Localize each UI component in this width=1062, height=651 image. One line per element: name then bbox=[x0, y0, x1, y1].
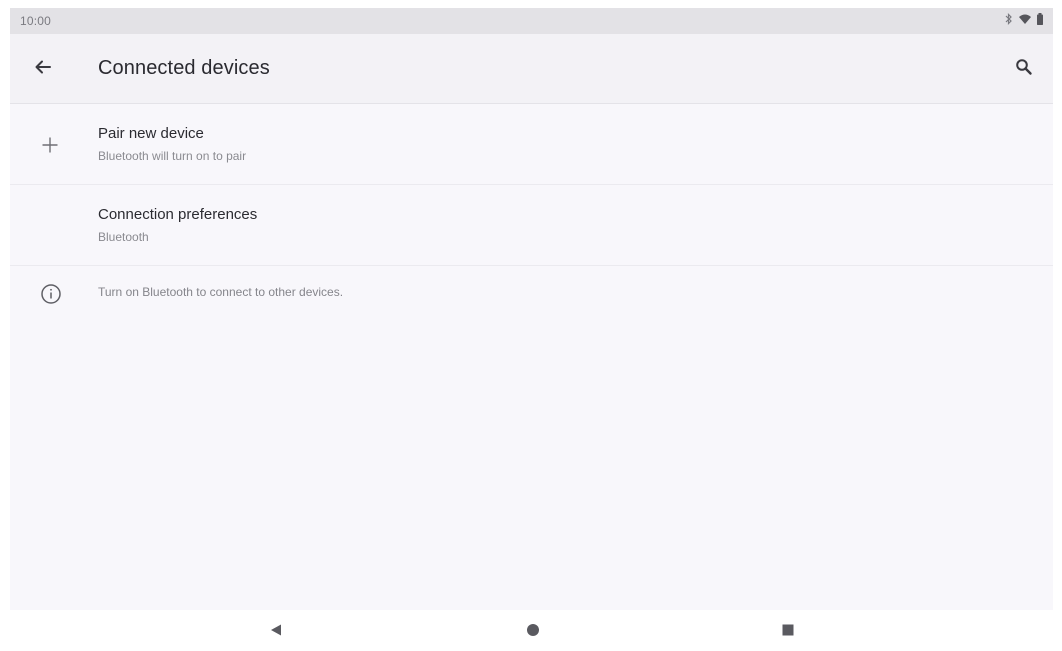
bluetooth-info-row: Turn on Bluetooth to connect to other de… bbox=[10, 270, 1053, 316]
pair-new-device-subtitle: Bluetooth will turn on to pair bbox=[98, 149, 247, 163]
nav-home-button[interactable] bbox=[521, 620, 545, 644]
nav-home-icon bbox=[526, 623, 540, 642]
app-bar: Connected devices bbox=[10, 34, 1053, 104]
page-title: Connected devices bbox=[98, 57, 270, 79]
connection-preferences-subtitle: Bluetooth bbox=[98, 230, 149, 244]
nav-recents-button[interactable] bbox=[776, 620, 800, 644]
list-item-pair-new-device[interactable]: Pair new device Bluetooth will turn on t… bbox=[10, 105, 1053, 185]
plus-icon bbox=[36, 131, 64, 159]
connection-preferences-title: Connection preferences bbox=[98, 206, 258, 223]
nav-recents-icon bbox=[781, 623, 795, 642]
search-button[interactable] bbox=[1009, 54, 1039, 84]
status-time: 10:00 bbox=[20, 14, 52, 28]
status-icons bbox=[1005, 13, 1043, 25]
battery-icon bbox=[1037, 13, 1043, 25]
bluetooth-icon bbox=[1005, 13, 1013, 25]
arrow-back-icon bbox=[34, 58, 52, 81]
back-button[interactable] bbox=[28, 54, 58, 84]
search-icon bbox=[1015, 58, 1033, 81]
nav-back-icon bbox=[269, 623, 283, 642]
pair-new-device-title: Pair new device bbox=[98, 125, 204, 142]
wifi-icon bbox=[1019, 14, 1031, 25]
settings-screen: 10:00 Connected devices Pair new device … bbox=[10, 8, 1053, 610]
status-bar: 10:00 bbox=[10, 8, 1053, 34]
nav-back-button[interactable] bbox=[264, 620, 288, 644]
bluetooth-info-text: Turn on Bluetooth to connect to other de… bbox=[98, 285, 344, 299]
list-item-connection-preferences[interactable]: Connection preferences Bluetooth bbox=[10, 186, 1053, 266]
info-icon bbox=[38, 281, 64, 307]
navigation-bar bbox=[0, 610, 1062, 651]
